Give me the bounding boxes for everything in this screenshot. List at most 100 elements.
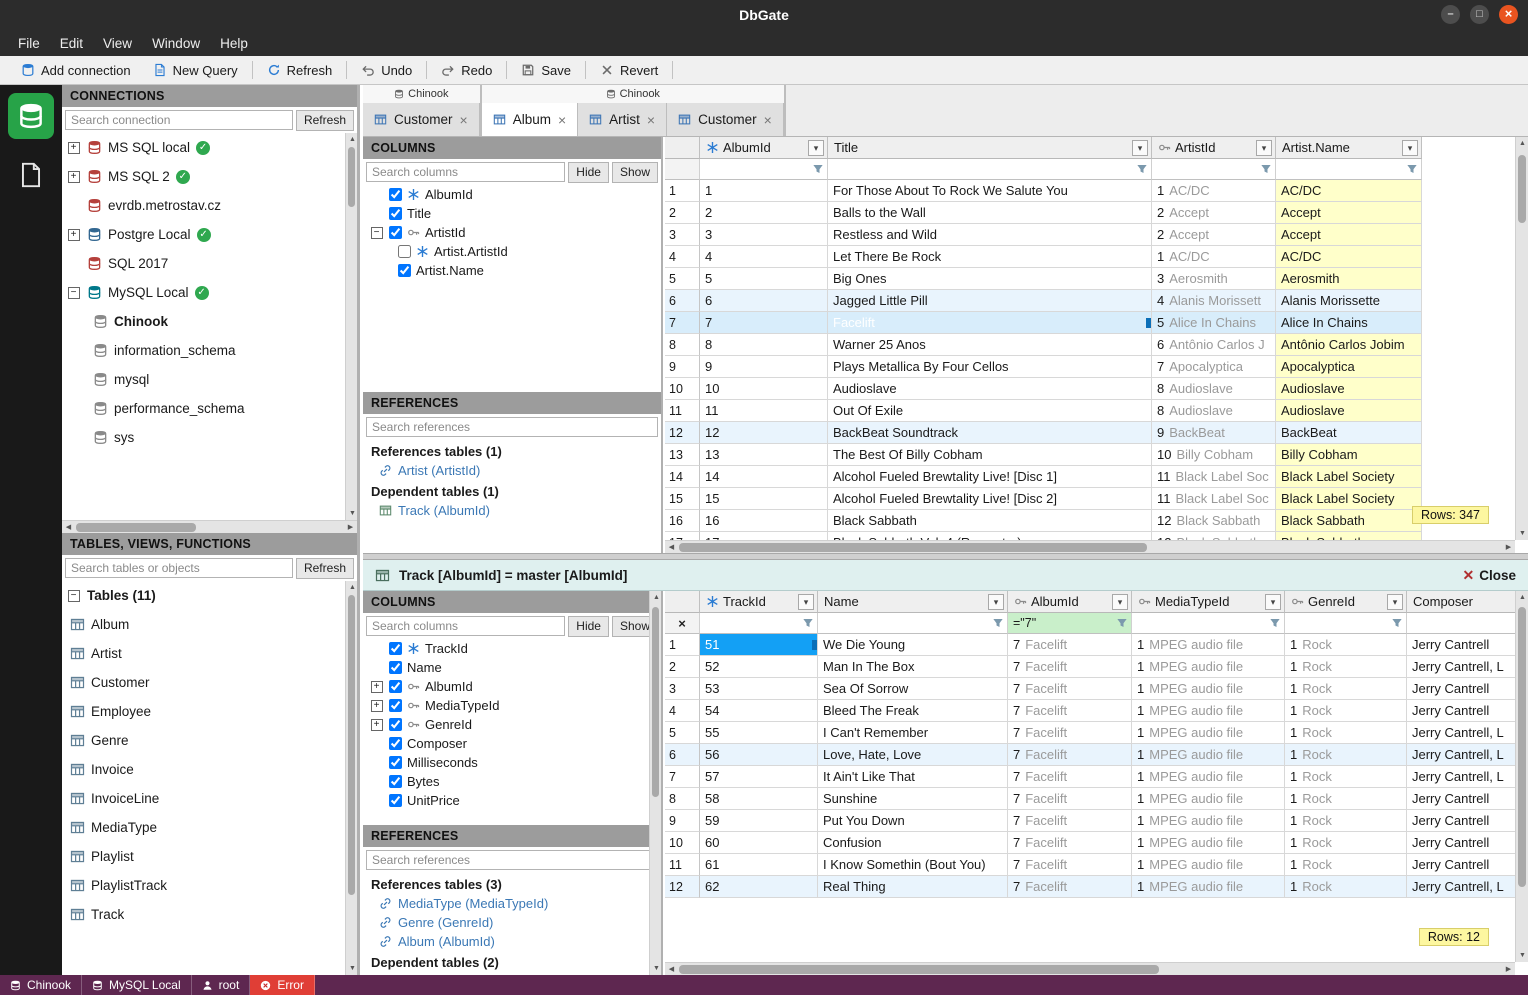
column-checkbox[interactable] [389, 188, 402, 201]
row-number[interactable]: 7 [665, 766, 700, 788]
grid-cell[interactable]: 1 MPEG audio file [1132, 722, 1285, 744]
scroll-down-icon[interactable]: ▼ [650, 962, 663, 975]
grid-cell[interactable]: 1 MPEG audio file [1132, 810, 1285, 832]
grid-cell[interactable]: 1 Rock [1285, 854, 1407, 876]
connection-mysql-local[interactable]: − MySQL Local ✓ [62, 278, 357, 307]
chevron-down-icon[interactable]: ▾ [1256, 139, 1272, 156]
grid-cell[interactable]: Black Sabbath Vol. 4 (Remaster) [828, 532, 1152, 540]
connection-sys[interactable]: sys [62, 423, 357, 452]
close-icon[interactable]: × [764, 112, 772, 128]
scrollbar-thumb[interactable] [652, 607, 659, 797]
grid-cell[interactable]: Black Sabbath [1276, 532, 1422, 540]
hide-button[interactable]: Hide [568, 161, 609, 183]
grid-cell[interactable]: Accept [1276, 202, 1422, 224]
grid-cell[interactable]: 8 [700, 334, 828, 356]
expand-toggle-icon[interactable]: + [67, 228, 80, 241]
row-number[interactable]: 1 [665, 634, 700, 656]
column-item-artist-artistid[interactable]: Artist.ArtistId [363, 242, 661, 261]
grid-cell[interactable]: We Die Young [818, 634, 1008, 656]
grid-cell[interactable]: 11 Black Label Soc [1152, 488, 1276, 510]
tables-group[interactable]: − Tables (11) [62, 581, 357, 610]
grid-cell[interactable]: 16 [700, 510, 828, 532]
row-number[interactable]: 17 [665, 532, 700, 540]
scroll-left-icon[interactable]: ◀ [665, 963, 678, 975]
column-checkbox[interactable] [389, 718, 402, 731]
panel-vscrollbar[interactable]: ▲ ▼ [649, 591, 661, 975]
table-item-album[interactable]: Album [62, 610, 357, 639]
tab-artist[interactable]: Artist × [578, 103, 668, 136]
grid-cell[interactable]: 1 MPEG audio file [1132, 656, 1285, 678]
column-item-composer[interactable]: Composer [363, 734, 661, 753]
search-tables-input[interactable] [65, 558, 293, 578]
connection-ms-sql-local[interactable]: + MS SQL local ✓ [62, 133, 357, 162]
table-item-invoiceline[interactable]: InvoiceLine [62, 784, 357, 813]
scroll-up-icon[interactable]: ▲ [650, 591, 663, 604]
grid-cell[interactable]: 1 MPEG audio file [1132, 744, 1285, 766]
grid-cell[interactable]: Jagged Little Pill [828, 290, 1152, 312]
collapse-toggle-icon[interactable]: − [370, 226, 383, 239]
connections-refresh-button[interactable]: Refresh [295, 109, 354, 131]
collapse-toggle-icon[interactable]: − [67, 286, 80, 299]
hide-button[interactable]: Hide [568, 615, 609, 637]
row-number[interactable]: 13 [665, 444, 700, 466]
grid-cell[interactable]: Warner 25 Anos [828, 334, 1152, 356]
grid-cell[interactable]: Jerry Cantrell, L [1407, 876, 1515, 898]
filter-cell-albumid[interactable] [700, 159, 828, 180]
column-checkbox[interactable] [389, 737, 402, 750]
scroll-right-icon[interactable]: ▶ [1502, 541, 1515, 553]
fill-handle[interactable] [1146, 318, 1151, 328]
grid-cell[interactable]: Apocalyptica [1276, 356, 1422, 378]
chevron-down-icon[interactable]: ▾ [808, 139, 824, 156]
connection-sql-2017[interactable]: SQL 2017 [62, 249, 357, 278]
column-header-name[interactable]: Name ▾ [818, 591, 1008, 613]
column-header-albumid[interactable]: AlbumId ▾ [1008, 591, 1132, 613]
grid-cell[interactable]: 1 MPEG audio file [1132, 854, 1285, 876]
table-item-invoice[interactable]: Invoice [62, 755, 357, 784]
grid-cell[interactable]: 3 Aerosmith [1152, 268, 1276, 290]
grid-cell[interactable]: 7 Facelift [1008, 722, 1132, 744]
chevron-down-icon[interactable]: ▾ [1402, 139, 1418, 156]
table-item-playlist[interactable]: Playlist [62, 842, 357, 871]
scrollbar-thumb[interactable] [1518, 607, 1526, 887]
grid-cell[interactable]: AC/DC [1276, 246, 1422, 268]
grid-cell[interactable]: Man In The Box [818, 656, 1008, 678]
grid-cell[interactable]: 1 MPEG audio file [1132, 678, 1285, 700]
minimize-icon[interactable]: – [1441, 5, 1460, 24]
grid-cell[interactable]: Alice In Chains [1276, 312, 1422, 334]
grid-cell[interactable]: Jerry Cantrell [1407, 700, 1515, 722]
filter-cell-name[interactable] [818, 613, 1008, 634]
grid-cell[interactable]: 12Black Sabbath [1152, 532, 1276, 540]
grid-cell[interactable]: 3 [700, 224, 828, 246]
grid-cell[interactable]: 2 [700, 202, 828, 224]
grid-cell[interactable]: Jerry Cantrell [1407, 788, 1515, 810]
table-item-artist[interactable]: Artist [62, 639, 357, 668]
table-item-genre[interactable]: Genre [62, 726, 357, 755]
scroll-up-icon[interactable]: ▲ [1516, 591, 1528, 604]
column-header-genreid[interactable]: GenreId ▾ [1285, 591, 1407, 613]
filter-cell-mediatypeid[interactable] [1132, 613, 1285, 634]
tab-customer[interactable]: Customer × [667, 103, 784, 136]
grid-cell[interactable]: 1 MPEG audio file [1132, 700, 1285, 722]
detail-close-button[interactable]: ✕ Close [1463, 567, 1517, 584]
row-number[interactable]: 5 [665, 268, 700, 290]
column-item-title[interactable]: Title [363, 204, 661, 223]
row-number[interactable]: 10 [665, 832, 700, 854]
column-item-genreid[interactable]: + GenreId [363, 715, 661, 734]
search-connection-input[interactable] [65, 110, 293, 130]
column-checkbox[interactable] [389, 661, 402, 674]
grid-cell[interactable]: Jerry Cantrell [1407, 810, 1515, 832]
column-header-mediatypeid[interactable]: MediaTypeId ▾ [1132, 591, 1285, 613]
grid-vscrollbar[interactable]: ▲ ▼ [1515, 591, 1528, 962]
grid-cell[interactable]: 8 Audioslave [1152, 378, 1276, 400]
toolbar-save-button[interactable]: Save [510, 59, 582, 82]
column-checkbox[interactable] [389, 642, 402, 655]
status-root[interactable]: root [192, 975, 251, 995]
scroll-down-icon[interactable]: ▼ [1516, 527, 1528, 540]
row-number[interactable]: 11 [665, 400, 700, 422]
grid-cell[interactable]: 1 Rock [1285, 656, 1407, 678]
grid-cell[interactable]: 9 BackBeat [1152, 422, 1276, 444]
close-icon[interactable]: × [558, 112, 566, 128]
column-checkbox[interactable] [389, 756, 402, 769]
status-chinook[interactable]: Chinook [0, 975, 83, 995]
grid-cell[interactable]: 7 Facelift [1008, 788, 1132, 810]
